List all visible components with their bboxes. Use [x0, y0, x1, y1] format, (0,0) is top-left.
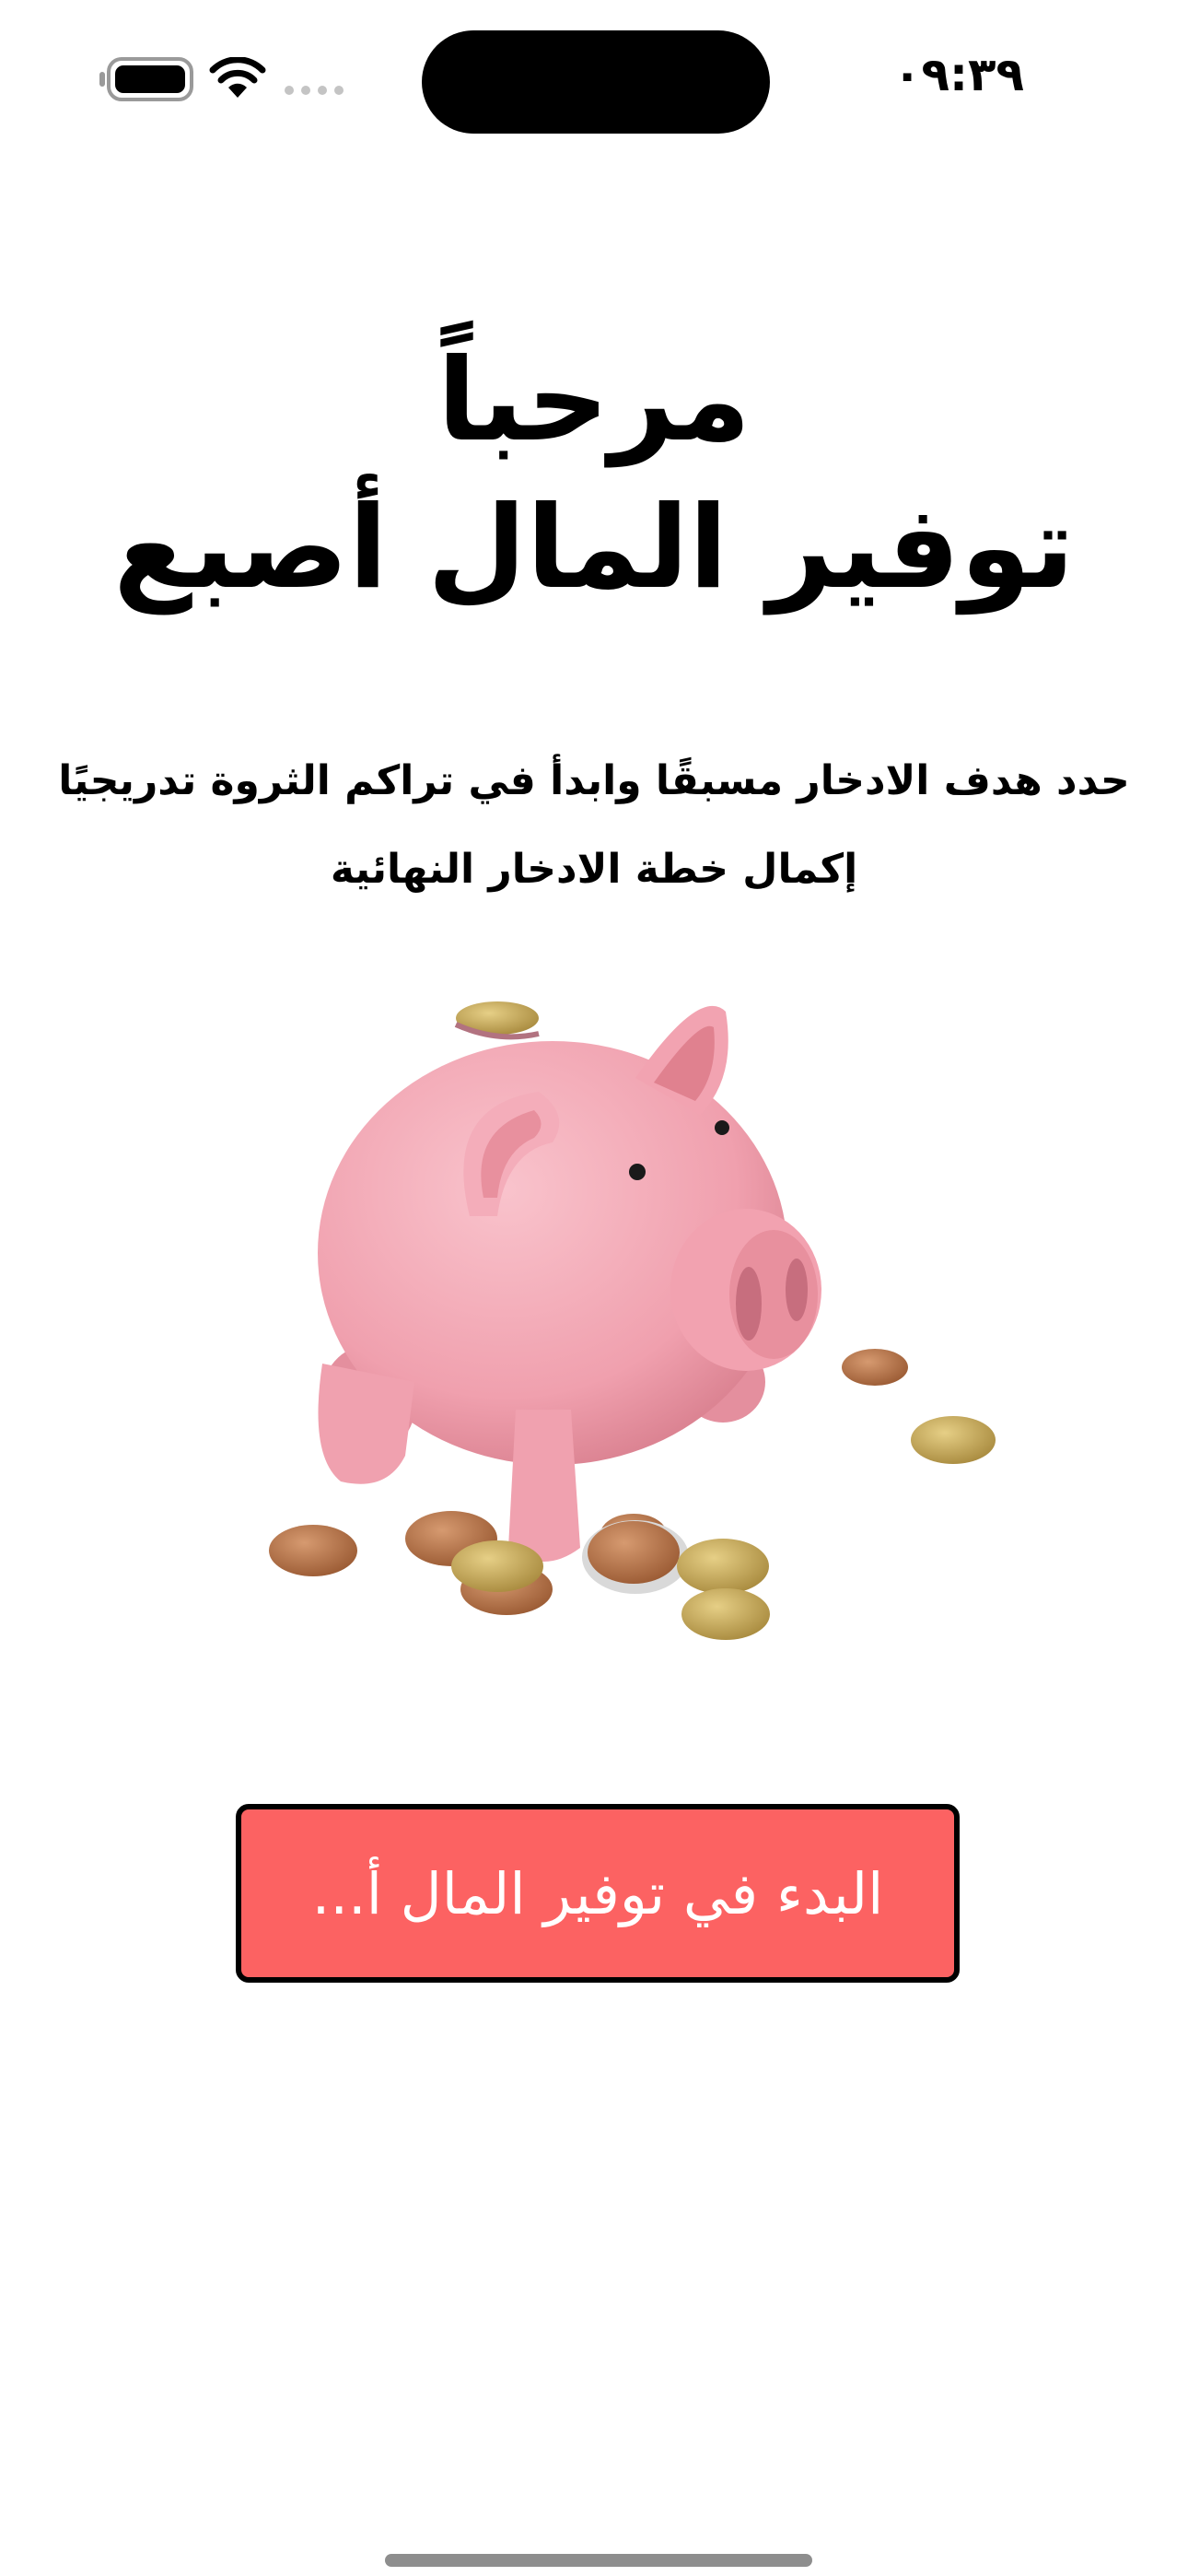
- piggy-bank-with-coins-icon: [269, 1001, 996, 1640]
- welcome-headline: مرحباً توفير المال أصبع: [0, 327, 1188, 622]
- subtitle-line-1: حدد هدف الادخار مسبقًا وابدأ في تراكم ال…: [58, 757, 1130, 804]
- cellular-signal-icon: [285, 86, 344, 95]
- home-indicator[interactable]: [385, 2554, 812, 2567]
- dynamic-island: [422, 30, 770, 134]
- subtitle-line-2: إكمال خطة الادخار النهائية: [330, 846, 858, 893]
- status-bar: ٠٩:٣٩: [0, 0, 1188, 157]
- status-icons: [99, 57, 357, 101]
- welcome-subtitle: حدد هدف الادخار مسبقًا وابدأ في تراكم ال…: [37, 737, 1151, 914]
- battery-icon: [99, 57, 193, 101]
- headline-line-2: توفير المال أصبع: [113, 482, 1075, 615]
- start-saving-button[interactable]: البدء في توفير المال أ...: [236, 1804, 960, 1983]
- wifi-icon: [209, 57, 266, 98]
- status-time: ٠٩:٣٩: [892, 48, 1024, 101]
- headline-line-1: مرحباً: [437, 334, 751, 467]
